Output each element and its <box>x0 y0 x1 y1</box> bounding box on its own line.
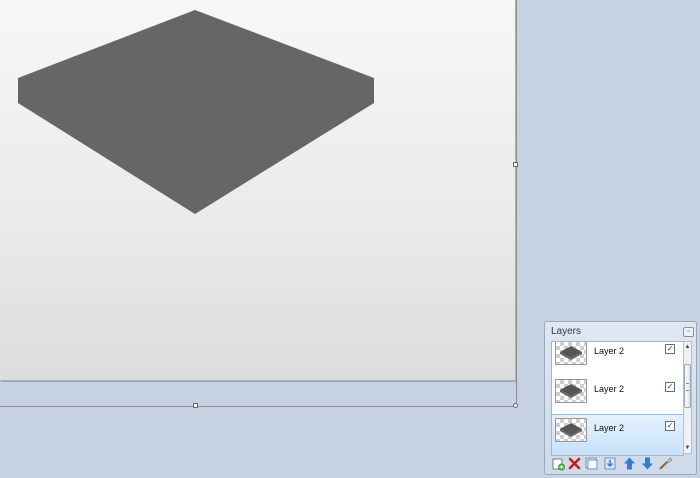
merge-layer-down-icon[interactable] <box>603 456 618 471</box>
scrollbar-thumb[interactable] <box>684 364 691 408</box>
layers-window-title: Layers <box>551 326 582 337</box>
layers-window-close-button[interactable]: ▫ <box>683 327 694 337</box>
layer-row[interactable]: Layer 2 ✓ <box>552 342 683 376</box>
layer-thumbnail <box>555 379 587 403</box>
move-layer-up-icon[interactable] <box>622 456 637 471</box>
scroll-down-arrow-icon[interactable]: ▼ <box>684 444 691 452</box>
layer-name: Layer 2 <box>594 346 625 356</box>
layer-row[interactable]: Layer 2 ✓ <box>552 376 683 414</box>
layers-list[interactable]: Layer 2 ✓ Layer 2 ✓ Layer 2 ✓ <box>551 341 684 456</box>
layers-window: Layers ▫ Layer 2 ✓ Layer 2 ✓ Layer 2 ✓ ▲ <box>544 321 697 475</box>
layer-name: Layer 2 <box>594 423 625 433</box>
layer-thumbnail <box>555 418 587 442</box>
layer-row-selected[interactable]: Layer 2 ✓ <box>552 414 683 455</box>
isometric-slab-shape <box>18 10 374 214</box>
move-layer-down-icon[interactable] <box>640 456 655 471</box>
layers-scrollbar[interactable]: ▲ ▼ <box>683 341 692 454</box>
layer-visibility-checkbox[interactable]: ✓ <box>665 344 675 354</box>
duplicate-layer-icon[interactable] <box>584 456 599 471</box>
selection-edge-right <box>516 0 517 406</box>
resize-handle-corner[interactable] <box>513 403 518 408</box>
layer-properties-icon[interactable] <box>658 456 673 471</box>
layer-visibility-checkbox[interactable]: ✓ <box>665 421 675 431</box>
scroll-up-arrow-icon[interactable]: ▲ <box>684 343 691 351</box>
layers-toolbar <box>551 456 692 472</box>
layer-thumbnail <box>555 342 587 365</box>
layer-name: Layer 2 <box>594 384 625 394</box>
image-canvas[interactable] <box>0 0 516 381</box>
canvas-drawing <box>18 10 374 214</box>
selection-edge-bottom <box>0 406 517 407</box>
resize-handle-right[interactable] <box>513 162 518 167</box>
add-layer-icon[interactable] <box>551 456 566 471</box>
layer-visibility-checkbox[interactable]: ✓ <box>665 382 675 392</box>
resize-handle-bottom[interactable] <box>193 403 198 408</box>
delete-layer-icon[interactable] <box>567 456 582 471</box>
